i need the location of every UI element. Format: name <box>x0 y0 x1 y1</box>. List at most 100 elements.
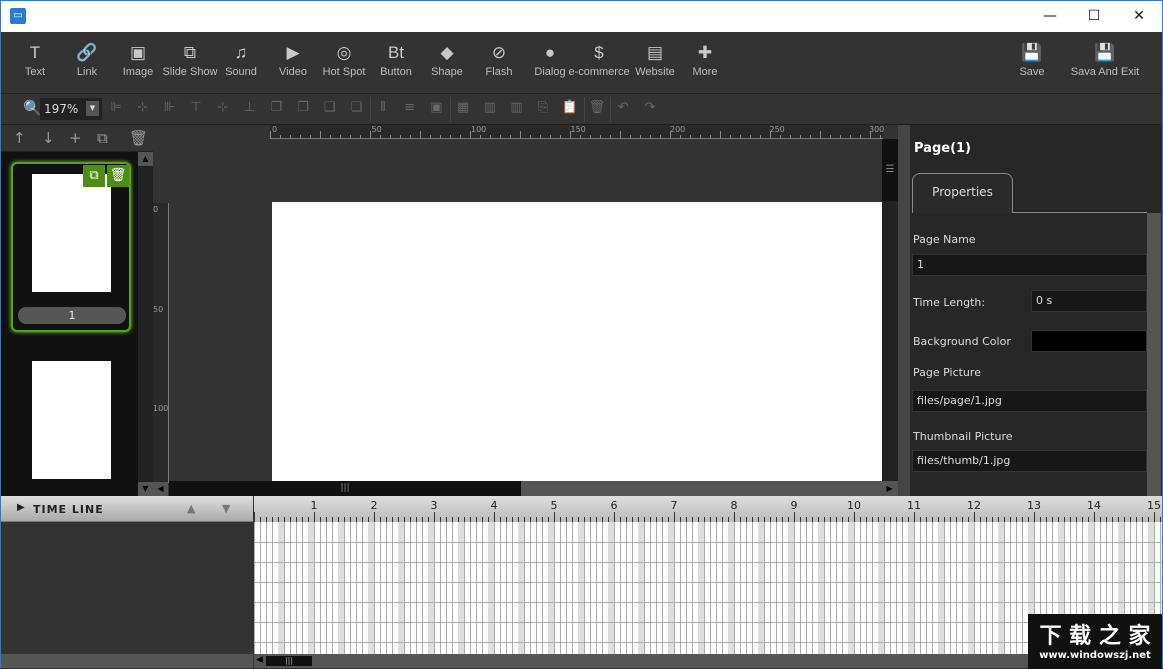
ruler-tick <box>320 131 321 139</box>
scroll-thumb[interactable]: ||| <box>169 481 521 496</box>
timeline-tick <box>374 512 375 522</box>
send-back-icon[interactable]: ❐ <box>295 100 311 115</box>
time-length-input[interactable]: 0 s <box>1031 290 1147 312</box>
expand-icon[interactable]: ▶ <box>17 502 25 513</box>
delete-icon[interactable]: 🗑 <box>589 100 606 115</box>
page-thumbnails: ⧉ 🗑 1 <box>1 152 138 496</box>
page-thumbnail-2[interactable] <box>32 361 111 479</box>
background-color-label: Background Color <box>913 335 1011 348</box>
grid-icon[interactable]: ▦ <box>455 100 471 115</box>
trash-icon[interactable]: 🗑 <box>107 165 129 187</box>
scroll-up-icon[interactable]: ▲ <box>138 152 153 166</box>
ruler-tick <box>750 135 751 139</box>
grid-row <box>254 642 1162 643</box>
group-icon[interactable]: ▥ <box>482 100 498 115</box>
ruler-tick <box>720 131 721 139</box>
ruler-tick <box>770 131 771 139</box>
thumbnail-picture-input[interactable]: files/thumb/1.jpg <box>912 450 1147 472</box>
align-center-icon[interactable]: ⊹ <box>135 100 151 115</box>
undo-icon[interactable]: ↶ <box>615 100 631 115</box>
align-right-icon[interactable]: ⊪ <box>161 100 177 115</box>
page-name-input[interactable]: 1 <box>912 254 1147 276</box>
delete-page-icon[interactable]: 🗑 <box>129 129 148 147</box>
scroll-thumb[interactable]: ☰ <box>882 139 898 201</box>
insert-toolbar: T Text 🔗 Link ▣ Image ⧉ Slide Show ♫ Sound ▶ Video ◎… <box>1 32 1162 94</box>
scroll-right-icon[interactable]: ▶ <box>882 482 897 496</box>
ruler-tick <box>380 135 381 139</box>
ungroup-icon[interactable]: ▥ <box>509 100 525 115</box>
timeline-tick-label: 6 <box>610 499 618 512</box>
timeline-tick <box>854 512 855 522</box>
pages-scrollbar[interactable]: ▲ ▼ <box>138 152 153 496</box>
ruler-tick <box>660 135 661 139</box>
page-picture-label: Page Picture <box>913 366 981 379</box>
vertical-ruler: 0 50 100 <box>153 203 169 483</box>
timeline-scrollbar[interactable]: ◀ ||| <box>254 654 1162 668</box>
timeline-tick <box>914 512 915 522</box>
scroll-down-icon[interactable]: ▼ <box>138 482 153 496</box>
timeline-tick-label: 5 <box>550 499 558 512</box>
ruler-tick <box>700 135 701 139</box>
align-middle-icon[interactable]: ⊹ <box>215 100 231 115</box>
arrow-down-icon[interactable]: ▼ <box>222 502 230 515</box>
arrow-up-icon[interactable]: ▲ <box>187 502 195 515</box>
ruler-tick <box>600 135 601 139</box>
paste-icon[interactable]: 📋 <box>562 100 578 115</box>
copy-icon[interactable]: ⎘ <box>535 100 551 115</box>
maximize-button[interactable]: ☐ <box>1071 1 1117 32</box>
page-thumbnail-1[interactable]: ⧉ 🗑 1 <box>11 162 131 332</box>
save-exit-button[interactable]: 💾 Sava And Exit <box>1060 42 1150 78</box>
properties-scrollbar[interactable] <box>1147 213 1161 496</box>
timeline-tick <box>614 512 615 522</box>
align-bottom-icon[interactable]: ⊥ <box>242 100 258 115</box>
background-color-picker[interactable] <box>1031 330 1147 352</box>
tool-more[interactable]: ✚ More <box>673 42 737 78</box>
bring-front-icon[interactable]: ❐ <box>268 100 284 115</box>
divider <box>450 97 452 122</box>
scroll-left-icon[interactable]: ◀ <box>153 482 168 496</box>
timeline-grid[interactable] <box>254 522 1162 654</box>
ruler-label: 100 <box>471 125 487 134</box>
ruler-tick <box>390 135 391 139</box>
timeline-ruler: 1 2 3 4 5 6 7 8 9 10 11 12 13 14 15 <box>254 496 1162 522</box>
page-picture-input[interactable]: files/page/1.jpg <box>912 390 1147 412</box>
timeline-panel: ▶ TIME LINE ▲ ▼ 1 2 3 4 5 6 7 8 9 10 11 12 13 14 15 ◀ … <box>1 496 1162 669</box>
align-top-icon[interactable]: ⊤ <box>188 100 204 115</box>
format-toolbar: 🔍 197% ▼ ⊫ ⊹ ⊪ ⊤ ⊹ ⊥ ❐ ❐ ❏ ❏ ⦀ ≡ ▣ ▦ ▥ ▥ ⎘ 📋 🗑 ↶ ↷ <box>1 94 1162 125</box>
chevron-down-icon[interactable]: ▼ <box>86 101 99 116</box>
ruler-tick <box>570 131 571 139</box>
move-down-icon[interactable]: ↓ <box>42 129 55 147</box>
ruler-label: 50 <box>371 125 382 134</box>
save-icon: 💾 <box>1094 43 1116 62</box>
duplicate-page-icon[interactable]: ⧉ <box>97 129 108 147</box>
minimize-button[interactable]: — <box>1027 1 1073 32</box>
scroll-thumb[interactable]: ||| <box>266 656 312 666</box>
ruler-tick <box>760 135 761 139</box>
tool-e-commerce[interactable]: $ e-commerce <box>567 42 631 78</box>
redo-icon[interactable]: ↷ <box>642 100 658 115</box>
timeline-tick-label: 8 <box>730 499 738 512</box>
scroll-left-icon[interactable]: ◀ <box>256 655 263 665</box>
properties-panel: Page(1) Properties Page Name 1 Time Leng… <box>898 125 1162 496</box>
ruler-label: 200 <box>670 125 686 134</box>
same-size-icon[interactable]: ▣ <box>428 100 444 115</box>
distribute-v-icon[interactable]: ≡ <box>402 100 418 115</box>
bring-forward-icon[interactable]: ❏ <box>322 100 338 115</box>
timeline-title: TIME LINE <box>33 503 104 516</box>
add-page-icon[interactable]: + <box>69 129 82 147</box>
thumbnail-picture-label: Thumbnail Picture <box>913 430 1013 443</box>
canvas-area: 0 50 100 150 200 250 300 0 50 100 ☰ ||| ◀ ▶ <box>153 125 898 496</box>
distribute-h-icon[interactable]: ⦀ <box>375 100 391 115</box>
copy-icon[interactable]: ⧉ <box>83 165 105 187</box>
close-button[interactable]: ✕ <box>1116 1 1162 32</box>
tab-properties[interactable]: Properties <box>912 173 1013 213</box>
tab-divider <box>1013 212 1147 213</box>
move-up-icon[interactable]: ↑ <box>13 129 26 147</box>
timeline-tick <box>254 512 255 522</box>
ruler-tick <box>480 135 481 139</box>
timeline-tick-label: 2 <box>370 499 378 512</box>
e-commerce-icon: $ <box>594 43 604 62</box>
page-canvas[interactable] <box>272 202 882 481</box>
align-left-icon[interactable]: ⊫ <box>108 100 124 115</box>
send-backward-icon[interactable]: ❏ <box>348 100 364 115</box>
